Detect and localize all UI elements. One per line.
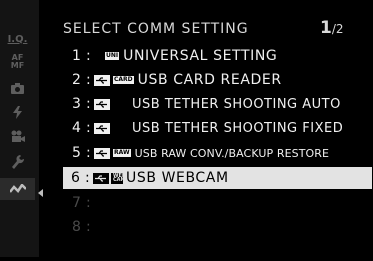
option-number: 8 xyxy=(72,219,82,235)
menu-title: SELECT COMM SETTING xyxy=(63,21,249,37)
usb-icon xyxy=(94,98,110,110)
sidebar-item-movie[interactable] xyxy=(0,125,35,147)
option-usb-raw-conv-backup[interactable]: 5: RAW USB RAW CONV./BACKUP RESTORE xyxy=(64,142,369,164)
option-number: 6 xyxy=(71,170,81,186)
sidebar-item-shooting[interactable] xyxy=(0,77,35,99)
option-label: USB RAW CONV./BACKUP RESTORE xyxy=(134,146,330,160)
universal-badge-icon: UNI xyxy=(104,51,121,61)
option-number: 1 xyxy=(72,48,82,64)
option-label: USB WEBCAM xyxy=(126,170,229,186)
option-label: USB CARD READER xyxy=(137,72,282,88)
webcam-badge-icon: WEB CAM xyxy=(111,172,126,184)
option-usb-tether-auto[interactable]: 3: USB TETHER SHOOTING AUTO xyxy=(64,93,369,115)
movie-icon xyxy=(11,130,25,142)
usb-icon xyxy=(94,122,110,134)
option-slot-8: 8: xyxy=(72,219,92,235)
card-reader-badge-icon: CARD xyxy=(112,75,135,85)
usb-icon xyxy=(93,172,109,184)
wrench-icon xyxy=(11,155,24,169)
option-number: 3 xyxy=(72,96,82,112)
option-label: USB TETHER SHOOTING FIXED xyxy=(132,120,344,136)
option-number: 2 xyxy=(72,72,82,88)
option-number: 7 xyxy=(72,195,82,211)
sidebar-pointer-icon xyxy=(38,189,43,197)
sidebar-item-setup[interactable] xyxy=(0,151,35,173)
option-usb-webcam[interactable]: 6: WEB CAM USB WEBCAM xyxy=(63,167,372,189)
option-universal-setting[interactable]: 1: UNI UNIVERSAL SETTING xyxy=(64,45,369,67)
option-usb-card-reader[interactable]: 2: CARD USB CARD READER xyxy=(64,69,369,91)
sidebar-item-af-mf[interactable]: AF MF xyxy=(0,50,35,74)
option-number: 5 xyxy=(72,145,82,161)
usb-icon xyxy=(94,147,110,159)
option-slot-7: 7: xyxy=(72,195,92,211)
connection-icon xyxy=(9,184,26,193)
usb-icon xyxy=(94,74,110,86)
option-label: USB TETHER SHOOTING AUTO xyxy=(132,96,341,112)
camera-menu-screen: I.Q. AF MF SELECT COMM SETTING 1/2 1: U… xyxy=(0,0,373,261)
page-current: 1 xyxy=(320,18,332,38)
page-total: /2 xyxy=(331,22,344,36)
option-number: 4 xyxy=(72,120,82,136)
menu-sidebar: I.Q. AF MF xyxy=(0,0,39,257)
raw-badge-icon: RAW xyxy=(112,148,132,158)
page-indicator: 1/2 xyxy=(320,18,344,38)
sidebar-item-connection-setting[interactable] xyxy=(0,178,35,200)
af-mf-icon: AF MF xyxy=(10,53,25,70)
option-usb-tether-fixed[interactable]: 4: USB TETHER SHOOTING FIXED xyxy=(64,117,369,139)
flash-icon xyxy=(13,105,22,119)
option-label: UNIVERSAL SETTING xyxy=(123,48,278,64)
sidebar-item-flash[interactable] xyxy=(0,101,35,123)
sidebar-item-image-quality[interactable]: I.Q. xyxy=(0,28,35,50)
image-quality-icon: I.Q. xyxy=(7,33,28,45)
camera-icon xyxy=(11,82,24,94)
